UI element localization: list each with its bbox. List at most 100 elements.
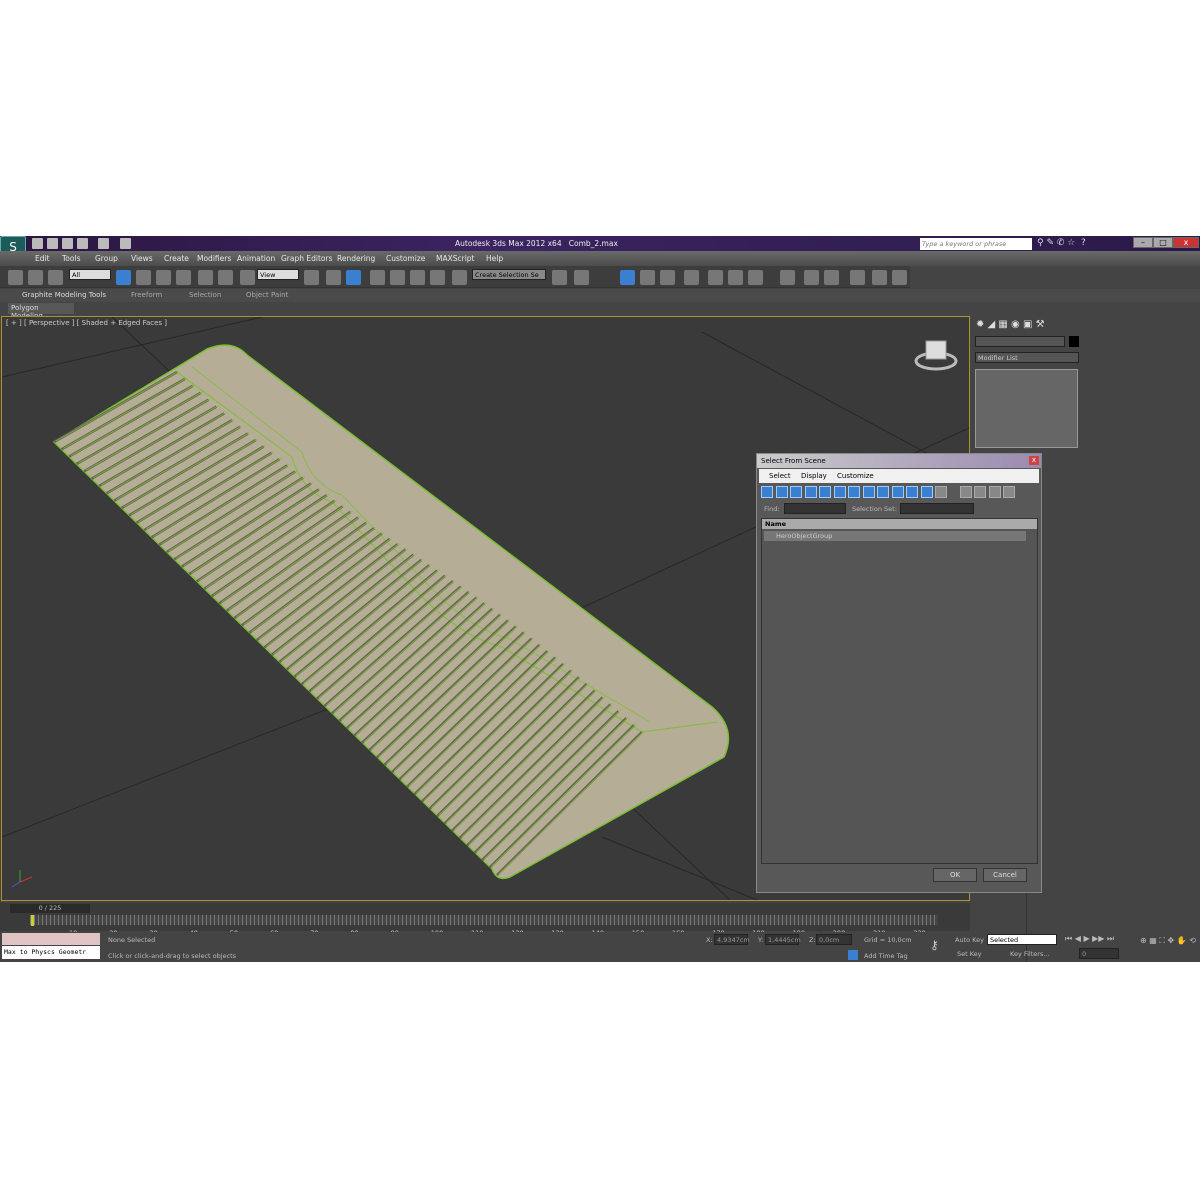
dialog-filter-icon[interactable] [891,486,904,498]
toolbar-tool-icon[interactable] [304,270,319,285]
reference-coordinate-dropdown[interactable]: View [257,269,299,280]
toolbar-tool-icon[interactable] [156,270,171,285]
x-coordinate-field[interactable]: 4,9347cm [714,934,750,945]
menu-help[interactable]: Help [486,254,503,263]
dialog-filter-icon[interactable] [862,486,875,498]
selection-set-dropdown[interactable] [900,503,974,514]
project-folder-icon[interactable] [120,238,131,249]
dialog-filter-icon[interactable] [819,486,831,498]
maxscript-listener[interactable]: Max to Physcs Geometr [2,946,100,959]
toolbar-tool-icon[interactable] [452,270,467,285]
save-file-icon[interactable] [62,238,73,249]
playback-controls[interactable]: ⏮ ◀ ▶ ▶▶ ⏭ [1065,934,1114,944]
cancel-button[interactable]: Cancel [983,868,1027,882]
key-icon[interactable]: ⚷ [930,938,939,952]
find-input[interactable] [784,503,846,514]
scene-object-list[interactable]: Name HeroObjectGroup [761,518,1038,864]
dialog-filter-icon[interactable] [775,486,788,498]
ribbon-tab-freeform[interactable]: Freeform [131,291,162,299]
command-panel-tabs[interactable]: ✹ ◢ ▦ ◉ ▣ ⚒ [976,319,1045,330]
menu-modifiers[interactable]: Modifiers [197,254,231,263]
auto-key-button[interactable]: Auto Key [955,936,984,944]
toolbar-tool-icon[interactable] [116,270,131,285]
toolbar-tool-icon[interactable] [8,270,23,285]
track-bar[interactable] [30,915,938,925]
set-key-button[interactable]: Set Key [957,950,982,958]
menu-graph-editors[interactable]: Graph Editors [281,254,333,263]
toolbar-tool-icon[interactable] [410,270,425,285]
y-coordinate-field[interactable]: 1,4445cm [765,934,801,945]
minimize-button[interactable]: – [1133,237,1153,248]
toolbar-tool-icon[interactable] [872,270,887,285]
ribbon-tab-selection[interactable]: Selection [189,291,221,299]
dialog-menu-select[interactable]: Select [769,472,791,480]
list-item[interactable]: HeroObjectGroup [764,531,1026,541]
time-tag-icon[interactable] [848,950,858,960]
menu-views[interactable]: Views [131,254,153,263]
time-slider[interactable]: 0 / 225 [10,904,90,913]
toolbar-tool-icon[interactable] [176,270,191,285]
dialog-filter-icon[interactable] [906,486,918,498]
menu-group[interactable]: Group [95,254,118,263]
toolbar-tool-icon[interactable] [346,270,361,285]
ribbon-panel-polygon-modeling[interactable]: Polygon Modeling [8,303,74,320]
dialog-menu-display[interactable]: Display [801,472,827,480]
maxscript-listener-top[interactable] [2,933,100,945]
modifier-stack[interactable] [975,369,1078,448]
add-time-tag-button[interactable]: Add Time Tag [864,952,908,960]
search-input[interactable]: Type a keyword or phrase [920,238,1032,250]
menu-tools[interactable]: Tools [62,254,80,263]
named-selection-dropdown[interactable]: Create Selection Se [472,269,546,280]
key-filters-button[interactable]: Key Filters... [1010,950,1050,958]
dialog-filter-icon[interactable] [974,486,986,498]
dialog-filter-icon[interactable] [790,486,802,498]
new-file-icon[interactable] [32,238,43,249]
close-button[interactable]: x [1173,237,1199,248]
toolbar-tool-icon[interactable] [804,270,819,285]
dialog-filter-icon[interactable] [848,486,860,498]
toolbar-tool-icon[interactable] [660,270,675,285]
toolbar-tool-icon[interactable] [430,270,445,285]
menu-create[interactable]: Create [164,254,189,263]
column-header-name[interactable]: Name [762,519,1037,529]
undo-icon[interactable] [77,238,88,249]
infocenter-icons[interactable]: ⚲ ✎ ✆ ☆ ? [1037,238,1086,248]
menu-animation[interactable]: Animation [237,254,275,263]
open-file-icon[interactable] [47,238,58,249]
ribbon-tab-object-paint[interactable]: Object Paint [246,291,288,299]
key-mode-dropdown[interactable]: Selected [987,934,1057,945]
toolbar-tool-icon[interactable] [640,270,655,285]
dialog-filter-icon[interactable] [761,486,773,498]
toolbar-tool-icon[interactable] [48,270,63,285]
toolbar-tool-icon[interactable] [728,270,743,285]
ok-button[interactable]: OK [933,868,977,882]
dialog-filter-icon[interactable] [833,486,846,498]
current-frame-field[interactable]: 0 [1079,948,1119,959]
z-coordinate-field[interactable]: 0,0cm [816,934,852,945]
toolbar-tool-icon[interactable] [850,270,865,285]
toolbar-tool-icon[interactable] [390,270,405,285]
toolbar-tool-icon[interactable] [552,270,567,285]
dialog-filter-icon[interactable] [1003,486,1015,498]
toolbar-tool-icon[interactable] [218,270,233,285]
dialog-filter-icon[interactable] [959,486,972,498]
redo-icon[interactable] [98,238,109,249]
viewport-label[interactable]: [ + ] [ Perspective ] [ Shaded + Edged F… [6,319,167,327]
toolbar-tool-icon[interactable] [708,270,723,285]
selection-filter-dropdown[interactable]: All [69,269,111,280]
dialog-close-button[interactable]: x [1029,456,1039,465]
dialog-filter-icon[interactable] [804,486,817,498]
object-name-field[interactable] [975,336,1065,347]
toolbar-tool-icon[interactable] [748,270,763,285]
viewport-navigation-controls[interactable]: ⊕ ▦ ⛶ ✥ ✋ ⟲ [1140,936,1196,946]
dialog-filter-icon[interactable] [877,486,889,498]
dialog-filter-icon[interactable] [988,486,1001,498]
toolbar-tool-icon[interactable] [780,270,795,285]
toolbar-tool-icon[interactable] [892,270,907,285]
toolbar-tool-icon[interactable] [620,270,635,285]
maximize-button[interactable]: □ [1153,237,1173,248]
toolbar-tool-icon[interactable] [136,270,151,285]
toolbar-tool-icon[interactable] [370,270,385,285]
menu-customize[interactable]: Customize [386,254,425,263]
menu-edit[interactable]: Edit [35,254,50,263]
